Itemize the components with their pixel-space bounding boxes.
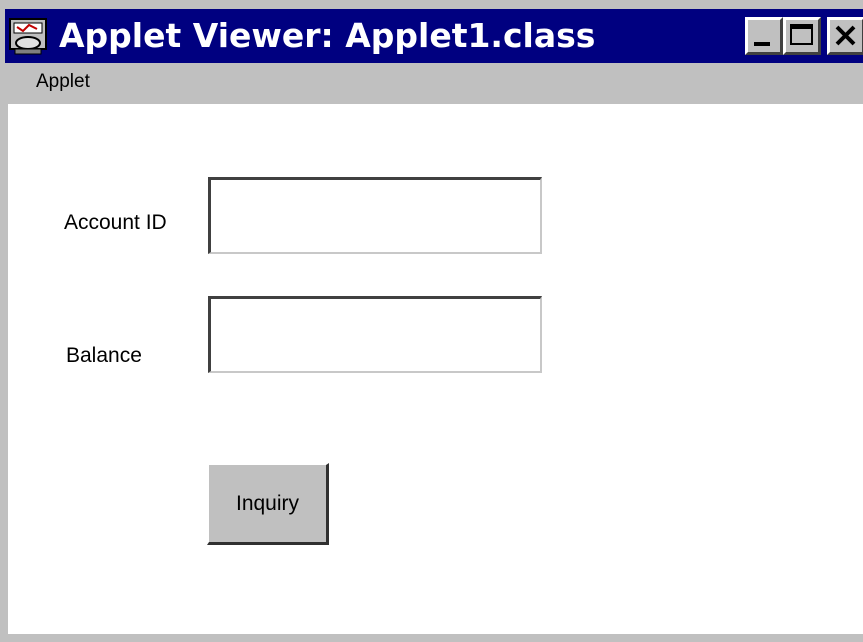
account-id-field[interactable] — [208, 177, 542, 254]
window-bottom-border — [0, 634, 863, 642]
applet-content-area: Account ID Balance Inquiry — [8, 104, 863, 634]
applet-viewer-icon — [9, 18, 47, 55]
menu-bar: Applet — [0, 63, 863, 101]
maximize-button[interactable] — [783, 17, 821, 55]
close-button[interactable] — [827, 17, 863, 55]
title-bar[interactable]: Applet Viewer: Applet1.class — [5, 9, 863, 63]
minimize-icon — [754, 42, 770, 46]
minimize-button[interactable] — [745, 17, 783, 55]
inquiry-button[interactable]: Inquiry — [207, 463, 329, 545]
balance-field[interactable] — [208, 296, 542, 373]
close-icon — [835, 25, 856, 46]
menu-applet[interactable]: Applet — [36, 63, 90, 101]
balance-label: Balance — [66, 344, 142, 367]
maximize-icon — [790, 24, 813, 45]
applet-viewer-window: Applet Viewer: Applet1.class Applet Acco… — [0, 0, 863, 642]
window-title: Applet Viewer: Applet1.class — [59, 16, 596, 55]
account-id-label: Account ID — [64, 211, 167, 234]
